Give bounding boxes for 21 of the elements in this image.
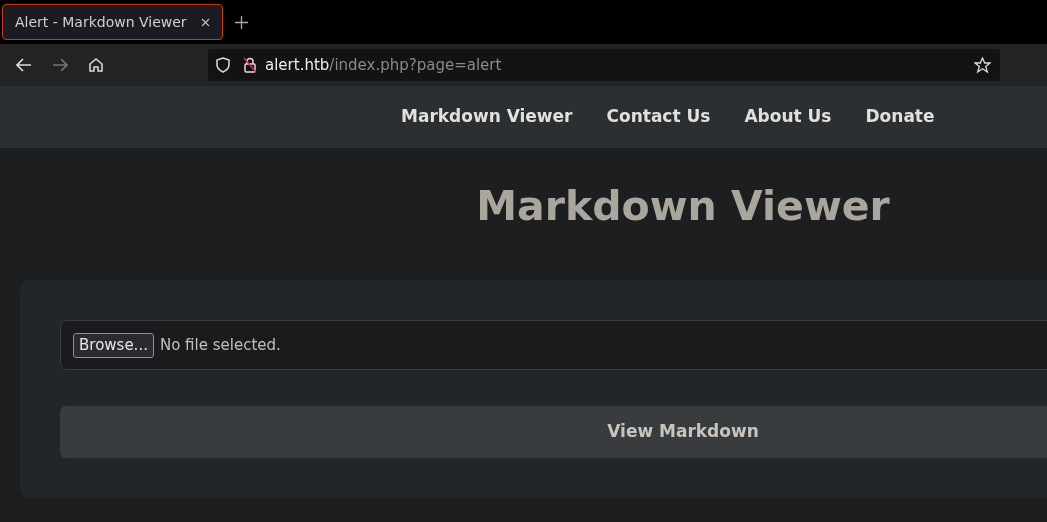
file-input[interactable]: Browse... No file selected. [60,320,1047,370]
address-bar[interactable]: alert.htb/index.php?page=alert [208,49,1000,81]
nav-link[interactable]: Donate [849,104,951,130]
star-icon[interactable] [974,56,991,74]
shield-icon [216,57,230,73]
url-text: alert.htb/index.php?page=alert [265,54,502,76]
home-icon[interactable] [88,57,104,73]
nav-link[interactable]: About Us [728,104,848,130]
browse-button[interactable]: Browse... [73,332,154,358]
nav-link[interactable]: Contact Us [590,104,727,130]
page-heading: Markdown Viewer [475,181,891,232]
plus-icon[interactable] [235,15,248,29]
close-icon[interactable] [201,17,210,27]
browser-tab[interactable]: Alert - Markdown Viewer [2,4,223,40]
insecure-lock-icon [243,57,257,73]
forward-arrow-icon[interactable] [52,58,68,72]
tab-title: Alert - Markdown Viewer [15,12,188,32]
view-markdown-button[interactable]: View Markdown [60,406,1047,458]
nav-link[interactable]: Markdown Viewer [385,104,589,130]
back-arrow-icon[interactable] [16,58,32,72]
file-status-text: No file selected. [159,334,281,356]
